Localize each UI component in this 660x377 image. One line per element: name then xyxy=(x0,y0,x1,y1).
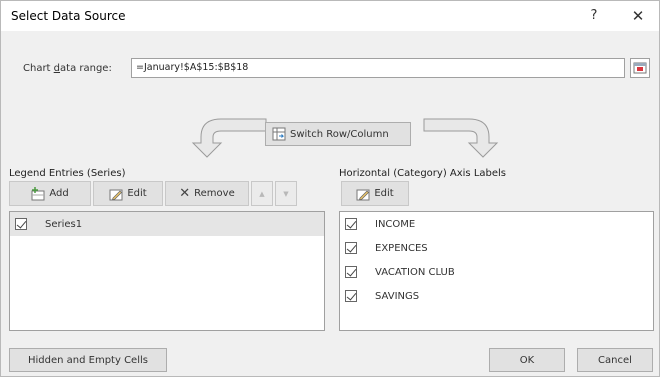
move-down-icon: ▼ xyxy=(283,189,289,198)
series-checkbox[interactable] xyxy=(15,218,27,230)
axis-checkbox[interactable] xyxy=(345,242,357,254)
add-series-icon xyxy=(31,186,45,200)
chart-data-range-label: Chart data range: xyxy=(23,63,112,74)
cancel-button[interactable]: Cancel xyxy=(577,348,653,372)
hidden-empty-cells-label: Hidden and Empty Cells xyxy=(28,354,148,366)
edit-axis-labels-button[interactable]: Edit xyxy=(341,181,409,206)
edit-axis-icon xyxy=(356,189,370,200)
remove-series-label: Remove xyxy=(194,188,235,199)
switch-row-column-button[interactable]: Switch Row/Column xyxy=(265,122,411,146)
series-label: Series1 xyxy=(45,218,83,230)
right-curved-arrow-icon xyxy=(423,118,499,158)
axis-labels-list: INCOME EXPENCES VACATION CLUB SAVINGS xyxy=(339,211,654,331)
left-curved-arrow-icon xyxy=(191,118,267,158)
axis-toolbar: Edit xyxy=(341,181,409,208)
axis-checkbox[interactable] xyxy=(345,290,357,302)
axis-labels-label: Horizontal (Category) Axis Labels xyxy=(339,168,507,179)
help-button[interactable]: ? xyxy=(579,3,609,29)
add-series-button[interactable]: Add xyxy=(9,181,91,206)
axis-list-item[interactable]: SAVINGS xyxy=(340,284,653,308)
move-down-button[interactable]: ▼ xyxy=(275,181,297,206)
series-list: Series1 xyxy=(9,211,325,331)
legend-entries-label: Legend Entries (Series) xyxy=(9,168,126,179)
axis-checkbox[interactable] xyxy=(345,218,357,230)
switch-row-column-icon xyxy=(272,127,286,141)
title-bar: Select Data Source ? ✕ xyxy=(1,1,659,31)
edit-series-label: Edit xyxy=(127,188,147,199)
axis-item-label: SAVINGS xyxy=(375,290,420,302)
ok-label: OK xyxy=(519,354,535,366)
axis-list-item[interactable]: EXPENCES xyxy=(340,236,653,260)
axis-checkbox[interactable] xyxy=(345,266,357,278)
hidden-empty-cells-button[interactable]: Hidden and Empty Cells xyxy=(9,348,167,372)
remove-x-icon: ✕ xyxy=(179,186,191,201)
edit-axis-label: Edit xyxy=(374,188,394,199)
switch-row-column-label: Switch Row/Column xyxy=(290,128,389,140)
select-data-source-dialog: Select Data Source ? ✕ Chart data range:… xyxy=(0,0,660,377)
collapse-dialog-icon xyxy=(633,62,647,74)
cancel-label: Cancel xyxy=(598,354,632,366)
axis-list-item[interactable]: INCOME xyxy=(340,212,653,236)
axis-list-item[interactable]: VACATION CLUB xyxy=(340,260,653,284)
axis-item-label: VACATION CLUB xyxy=(375,266,455,278)
chart-data-range-input[interactable]: =January!$A$15:$B$18 xyxy=(131,58,625,78)
range-collapse-button[interactable] xyxy=(630,58,650,78)
dialog-title: Select Data Source xyxy=(11,9,126,23)
move-up-button[interactable]: ▲ xyxy=(251,181,273,206)
ok-button[interactable]: OK xyxy=(489,348,565,372)
legend-toolbar: Add Edit ✕ Remove ▲ ▼ xyxy=(9,181,297,208)
series-list-item[interactable]: Series1 xyxy=(10,212,324,236)
move-up-icon: ▲ xyxy=(259,189,265,198)
remove-series-button[interactable]: ✕ Remove xyxy=(165,181,249,206)
axis-item-label: INCOME xyxy=(375,218,416,230)
close-button[interactable]: ✕ xyxy=(621,3,655,29)
edit-series-icon xyxy=(109,189,123,200)
axis-item-label: EXPENCES xyxy=(375,242,428,254)
edit-series-button[interactable]: Edit xyxy=(93,181,163,206)
add-series-label: Add xyxy=(49,188,69,199)
